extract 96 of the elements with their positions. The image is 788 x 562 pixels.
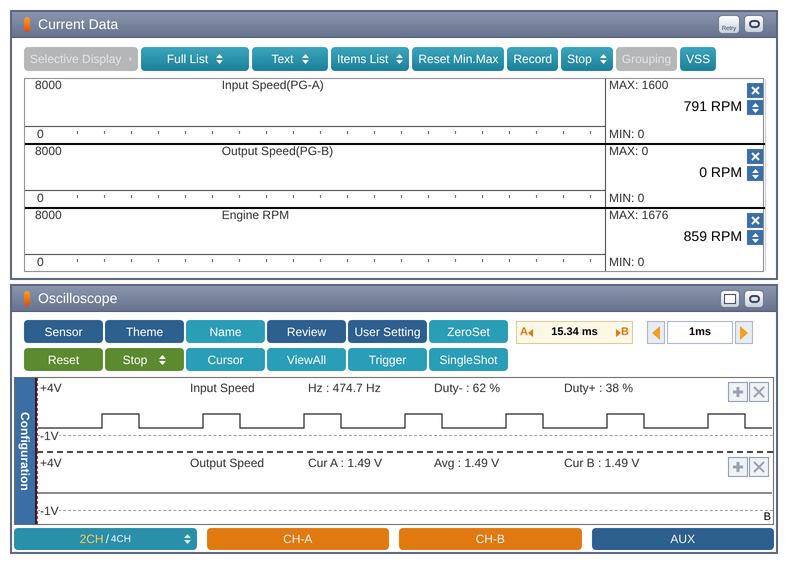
bottom-voltage-label: -1V <box>40 430 59 442</box>
add-button[interactable] <box>728 457 748 477</box>
right-arrow-icon <box>740 326 748 340</box>
cursor-b-label: B <box>621 325 629 340</box>
channel-name: Input Speed <box>190 382 256 397</box>
measurement-readout: Hz : 474.7 Hz <box>308 382 382 397</box>
close-button[interactable] <box>747 149 763 164</box>
top-voltage-label: +4V <box>40 382 63 397</box>
scale-min-label: 0 <box>36 192 45 204</box>
scope-button[interactable]: User Setting <box>348 320 427 343</box>
current-value: 859 RPM <box>684 229 742 243</box>
dropdown-button[interactable]: Text <box>252 47 328 71</box>
left-triangle-icon <box>528 328 533 336</box>
close-icon <box>753 386 765 398</box>
channel-tab[interactable]: AUX <box>592 528 774 550</box>
strip-title: Engine RPM <box>222 209 290 221</box>
toolbar-button[interactable]: VSS <box>680 47 716 71</box>
scale-max-label: 8000 <box>35 209 62 221</box>
up-down-icon <box>600 54 607 64</box>
configuration-tab[interactable]: Configuration <box>15 378 37 524</box>
scope-button[interactable]: Theme <box>105 320 184 343</box>
measurement-readout: Duty+ : 38 % <box>564 382 634 397</box>
up-down-icon <box>752 168 758 178</box>
scale-min-label: 0 <box>36 128 45 140</box>
up-down-icon <box>184 534 190 544</box>
measurement-readout: Duty- : 62 % <box>434 382 502 397</box>
panel-title: Current Data <box>38 15 118 34</box>
channel-tab[interactable]: CH-A <box>206 528 389 550</box>
close-button[interactable] <box>747 213 763 228</box>
reorder-button[interactable] <box>747 100 763 115</box>
reorder-button[interactable] <box>747 166 763 181</box>
scale-max-label: 8000 <box>35 145 62 157</box>
toolbar-button[interactable]: Reset Min.Max <box>412 47 504 71</box>
top-voltage-label: +4V <box>40 457 63 472</box>
maximize-button[interactable] <box>744 15 764 33</box>
close-button[interactable] <box>747 83 763 98</box>
up-down-icon <box>752 232 758 242</box>
panel-marker-icon <box>24 291 30 306</box>
panel-title: Oscilloscope <box>38 289 118 308</box>
measurement-readout: Cur A : 1.49 V <box>308 457 384 472</box>
dropdown-button[interactable]: Stop <box>105 348 184 371</box>
cursor-a-label: A <box>520 325 528 340</box>
dropdown-button[interactable]: Stop <box>561 47 613 71</box>
measurement-readout: Cur B : 1.49 V <box>564 457 640 472</box>
bottom-voltage-label: -1V <box>40 505 59 517</box>
cursor-delta-value: 15.34 ms <box>550 325 599 340</box>
close-icon <box>750 152 760 161</box>
scope-button[interactable]: SingleShot <box>429 348 508 371</box>
up-down-icon <box>302 54 308 64</box>
scope-button[interactable]: Trigger <box>348 348 427 371</box>
min-value: MIN: 0 <box>609 256 646 268</box>
scope-button[interactable]: ZeroSet <box>429 320 508 343</box>
up-down-icon <box>396 54 404 64</box>
up-down-icon <box>216 54 224 64</box>
up-down-icon <box>752 102 758 112</box>
current-value: 791 RPM <box>684 99 742 113</box>
remove-button[interactable] <box>749 457 769 477</box>
channel-tab[interactable]: CH-B <box>399 528 582 550</box>
min-value: MIN: 0 <box>609 192 646 204</box>
strip-title: Output Speed(PG-B) <box>222 145 334 157</box>
layout-button[interactable] <box>720 290 740 308</box>
dropdown-button[interactable]: Items List <box>331 47 410 71</box>
scope-button[interactable]: Sensor <box>24 320 103 343</box>
scope-button[interactable]: Name <box>186 320 265 343</box>
panel-marker-icon <box>24 17 30 32</box>
dropdown-button[interactable]: Full List <box>141 47 249 71</box>
measurement-readout: Avg : 1.49 V <box>434 457 500 472</box>
reorder-button[interactable] <box>747 230 763 245</box>
cursor-marker: B <box>764 512 771 523</box>
min-value: MIN: 0 <box>609 128 646 140</box>
plus-icon <box>732 386 744 398</box>
strip-title: Input Speed(PG-A) <box>222 79 324 91</box>
time-division-field[interactable]: 1ms <box>667 321 733 344</box>
right-triangle-icon <box>616 328 622 336</box>
close-icon <box>753 461 765 473</box>
left-arrow-icon <box>652 326 660 340</box>
max-value: MAX: 1676 <box>609 209 670 221</box>
scale-min-label: 0 <box>36 256 45 268</box>
close-icon <box>750 86 760 95</box>
maximize-button[interactable] <box>744 290 764 308</box>
scope-button[interactable]: Review <box>267 320 346 343</box>
add-button[interactable] <box>728 382 748 402</box>
close-icon <box>750 216 760 225</box>
max-value: MAX: 1600 <box>609 79 670 91</box>
current-value: 0 RPM <box>699 165 742 179</box>
channel-name: Output Speed <box>190 457 266 472</box>
scope-button[interactable]: Cursor <box>186 348 265 371</box>
up-down-icon <box>159 354 166 364</box>
remove-button[interactable] <box>749 382 769 402</box>
toolbar-button[interactable]: Record <box>507 47 558 71</box>
channel-count-dropdown[interactable]: 2CH / 4CH <box>14 528 196 550</box>
scope-button[interactable]: Reset <box>24 348 103 371</box>
scope-button[interactable]: ViewAll <box>267 348 346 371</box>
plus-icon <box>732 461 744 473</box>
scale-max-label: 8000 <box>35 79 62 91</box>
max-value: MAX: 0 <box>609 145 650 157</box>
